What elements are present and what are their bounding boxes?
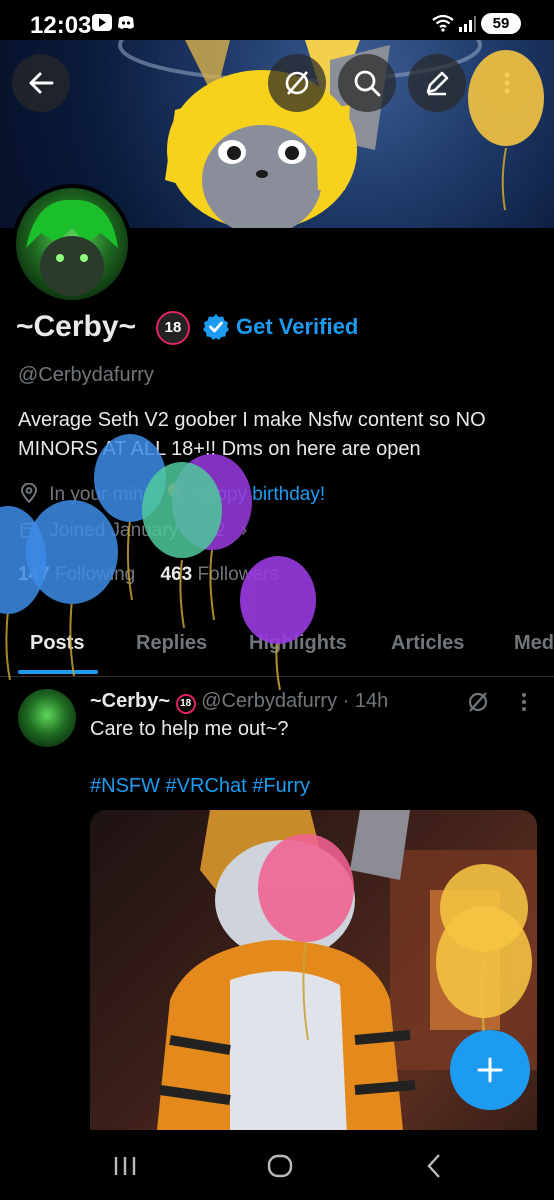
- birthday-balloons-overlay: [0, 50, 544, 1101]
- plus-icon: [477, 1057, 503, 1083]
- recent-apps-button[interactable]: [112, 1154, 138, 1183]
- system-nav-bar: [0, 1130, 554, 1200]
- chevron-left-icon: [427, 1154, 440, 1178]
- recent-apps-icon: [114, 1157, 136, 1175]
- compose-post-button[interactable]: [450, 1030, 530, 1110]
- home-icon: [267, 1154, 293, 1178]
- home-button[interactable]: [266, 1152, 294, 1185]
- back-nav-button[interactable]: [424, 1152, 444, 1185]
